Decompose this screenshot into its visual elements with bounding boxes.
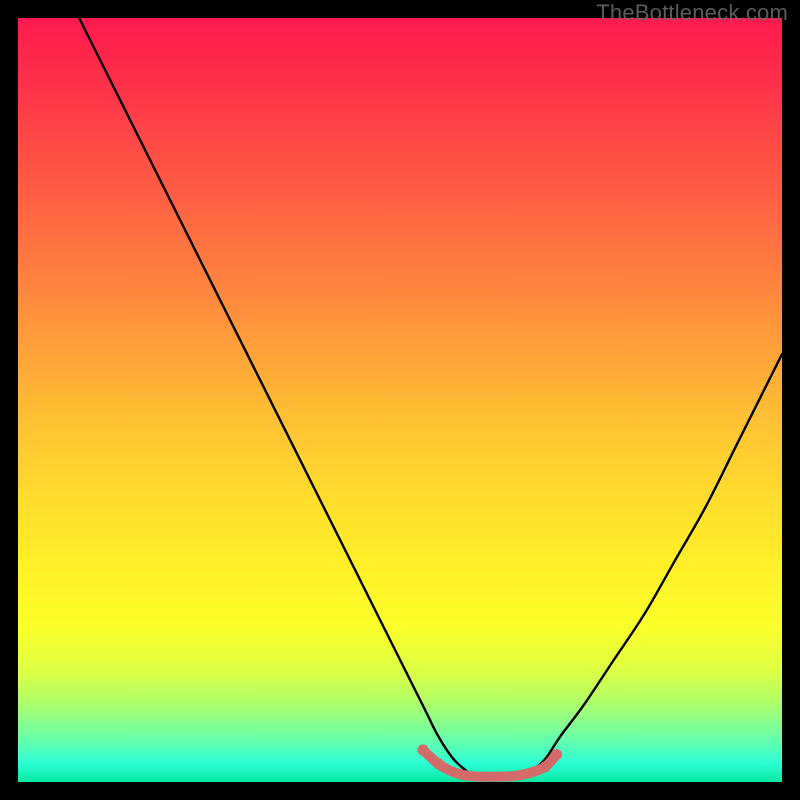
valley-highlight-dot	[540, 761, 551, 772]
valley-highlight-dot	[417, 744, 428, 755]
left-curve	[79, 18, 469, 773]
plot-area	[18, 18, 782, 782]
chart-svg	[18, 18, 782, 782]
chart-frame: TheBottleneck.com	[0, 0, 800, 800]
right-curve	[530, 354, 782, 773]
valley-highlight-dot	[551, 749, 562, 760]
valley-highlight-dot	[433, 758, 444, 769]
watermark-text: TheBottleneck.com	[596, 0, 788, 26]
